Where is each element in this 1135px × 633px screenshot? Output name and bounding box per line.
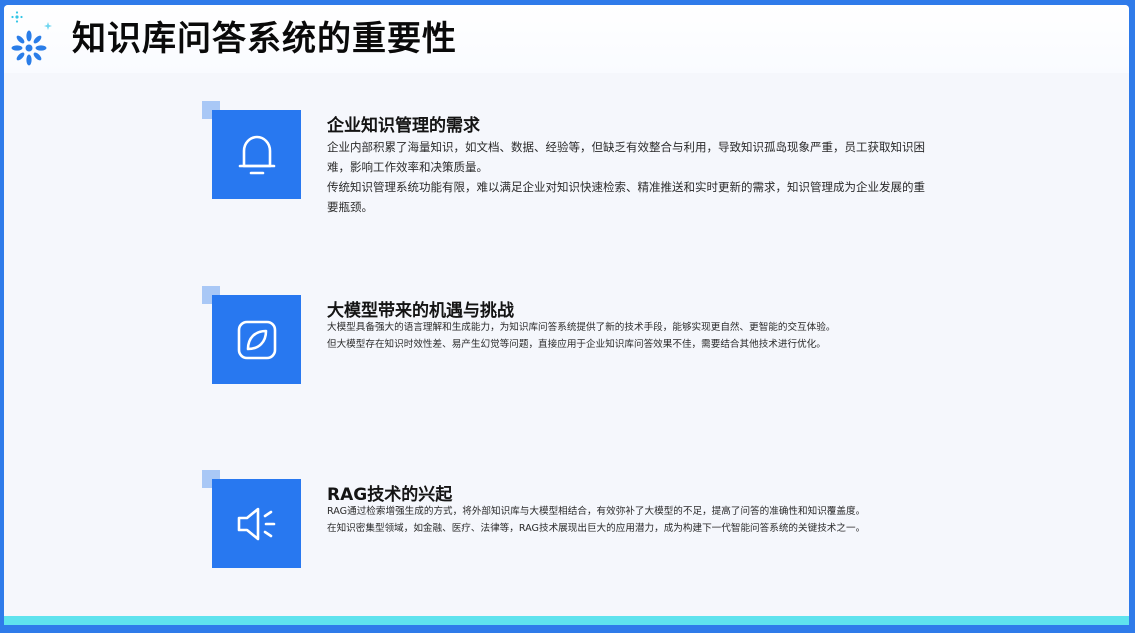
sparkle-logo-icon: [11, 11, 52, 66]
section-paragraph: 在知识密集型领域，如金融、医疗、法律等，RAG技术展现出巨大的应用潜力，成为构建…: [327, 523, 866, 534]
section-llm-opportunity: 大模型带来的机遇与挑战 大模型具备强大的语言理解和生成能力，为知识库问答系统提供…: [202, 286, 922, 386]
speaker-icon: [237, 507, 275, 540]
section-heading: RAG技术的兴起: [327, 485, 453, 505]
icon-tile: [212, 295, 301, 384]
section-body: 企业内部积累了海量知识，如文档、数据、经验等，但缺乏有效整合与利用，导致知识孤岛…: [327, 137, 927, 217]
bell-icon: [238, 135, 275, 174]
bottom-accent-bar: [4, 616, 1129, 625]
section-paragraph: 但大模型存在知识时效性差、易产生幻觉等问题，直接应用于企业知识库问答效果不佳，需…: [327, 339, 826, 350]
section-heading: 企业知识管理的需求: [327, 116, 480, 136]
page-title: 知识库问答系统的重要性: [72, 19, 457, 59]
section-heading: 大模型带来的机遇与挑战: [327, 301, 514, 321]
section-knowledge-management: 企业知识管理的需求 企业内部积累了海量知识，如文档、数据、经验等，但缺乏有效整合…: [202, 101, 925, 214]
icon-tile: [212, 479, 301, 568]
section-paragraph: RAG通过检索增强生成的方式，将外部知识库与大模型相结合，有效弥补了大模型的不足…: [327, 506, 866, 517]
section-paragraph: 企业内部积累了海量知识，如文档、数据、经验等，但缺乏有效整合与利用，导致知识孤岛…: [327, 140, 925, 174]
section-rag-rise: RAG技术的兴起 RAG通过检索增强生成的方式，将外部知识库与大模型相结合，有效…: [202, 470, 922, 570]
slide: 知识库问答系统的重要性 企业知识管理的需求 企业内部积累了海量知识，如文档、数据…: [4, 5, 1129, 625]
section-paragraph: 大模型具备强大的语言理解和生成能力，为知识库问答系统提供了新的技术手段，能够实现…: [327, 322, 836, 333]
section-body: 大模型具备强大的语言理解和生成能力，为知识库问答系统提供了新的技术手段，能够实现…: [327, 319, 927, 353]
section-body: RAG通过检索增强生成的方式，将外部知识库与大模型相结合，有效弥补了大模型的不足…: [327, 503, 927, 537]
header-bar: 知识库问答系统的重要性: [4, 5, 1129, 73]
section-paragraph: 传统知识管理系统功能有限，难以满足企业对知识快速检索、精准推送和实时更新的需求，…: [327, 180, 925, 214]
icon-tile: [212, 110, 301, 199]
leaf-icon: [237, 320, 276, 359]
